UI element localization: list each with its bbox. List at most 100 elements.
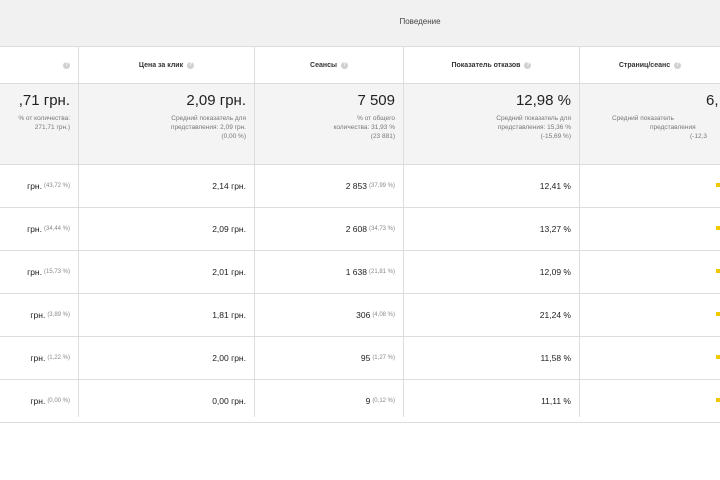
- cell-value: грн.: [30, 310, 46, 320]
- cell-value: грн.: [30, 353, 46, 363]
- cell-percent: (21,81 %): [368, 269, 395, 275]
- cell-cost-per-click: 2,01 грн.: [212, 267, 246, 277]
- table-row: грн. (34,44 %) 2,09 грн. 2 608 (34,73 %) 1…: [0, 208, 720, 251]
- table-row: грн. (3,89 %) 1,81 грн. 306 (4,08 %) 21,24…: [0, 294, 720, 337]
- cell-bounce-rate: 12,41 %: [539, 181, 571, 191]
- cell-bounce-rate: 21,24 %: [539, 310, 571, 320]
- cell-bounce-rate: 11,58 %: [540, 353, 571, 363]
- column-header-bounce-rate[interactable]: Показатель отказов ?: [404, 47, 579, 83]
- column-header-cost-per-click[interactable]: Цена за клик ?: [79, 47, 254, 83]
- summary-value: ,71 грн.: [18, 92, 70, 109]
- table-row: грн. (0,00 %) 0,00 грн. 9 (0,12 %) 11,11 %: [0, 380, 720, 423]
- cell-percent: (0,00 %): [47, 398, 70, 404]
- summary-note: Средний показатель для представления: 2,…: [171, 114, 246, 141]
- summary-note: % от количества: 271,71 грн.): [18, 114, 70, 132]
- summary-note-line: Средний показатель для: [171, 115, 246, 122]
- cell-value: грн.: [30, 396, 46, 406]
- column-header-row: ? Цена за клик ? Сеансы ? Показатель отк…: [0, 47, 720, 84]
- column-divider: [254, 47, 255, 417]
- summary-cell-clipped: ,71 грн. % от количества: 271,71 грн.): [0, 84, 78, 164]
- cell-cost-per-click: 0,00 грн.: [212, 396, 246, 406]
- summary-value: 2,09 грн.: [186, 92, 246, 109]
- cell-percent: (37,99 %): [368, 183, 395, 189]
- summary-note-line: представления: [650, 124, 696, 131]
- column-divider: [78, 47, 79, 417]
- summary-note-line: (23 881): [370, 133, 395, 140]
- cell-value: грн.: [27, 267, 42, 277]
- cell-percent: (4,08 %): [372, 312, 395, 318]
- cell-value: 2 608: [345, 224, 367, 234]
- summary-note-line: Средний показатель: [612, 115, 674, 122]
- table-row: грн. (43,72 %) 2,14 грн. 2 853 (37,99 %) 1…: [0, 165, 720, 208]
- column-header-label: Страниц/сеанс: [618, 61, 671, 69]
- clipped-indicator: [716, 398, 720, 402]
- summary-note: Средний показатель представления (-12,3: [612, 114, 707, 141]
- summary-note-line: (-12,3: [690, 133, 707, 140]
- summary-row: ,71 грн. % от количества: 271,71 грн.) 2…: [0, 84, 720, 165]
- cell-percent: (3,89 %): [47, 312, 70, 318]
- column-header-label: Показатель отказов: [451, 61, 521, 69]
- summary-note-line: % от количества:: [18, 115, 70, 122]
- cell-percent: (15,73 %): [43, 269, 70, 275]
- cell-value: грн.: [27, 181, 42, 191]
- summary-cell-bounce-rate: 12,98 % Средний показатель для представл…: [404, 84, 579, 164]
- clipped-indicator: [716, 355, 720, 359]
- cell-clipped: грн. (43,72 %): [0, 165, 70, 207]
- cell-sessions: 2 853 (37,99 %): [255, 165, 395, 207]
- clipped-indicator: [716, 226, 720, 230]
- help-icon[interactable]: ?: [674, 61, 682, 69]
- cell-value: 1 638: [345, 267, 367, 277]
- clipped-indicator: [716, 269, 720, 273]
- help-icon[interactable]: ?: [524, 61, 532, 69]
- summary-note-line: % от общего: [357, 115, 395, 122]
- help-icon[interactable]: ?: [63, 61, 70, 69]
- summary-note-line: (0,00 %): [221, 133, 246, 140]
- cell-cost-per-click: 1,81 грн.: [212, 310, 246, 320]
- cell-cost-per-click: 2,09 грн.: [212, 224, 246, 234]
- cell-percent: (1,27 %): [372, 355, 395, 361]
- column-divider: [403, 47, 404, 417]
- cell-bounce-rate: 11,11 %: [541, 396, 571, 406]
- help-icon[interactable]: ?: [187, 61, 195, 69]
- cell-percent: (43,72 %): [43, 183, 70, 189]
- cell-clipped: грн. (0,00 %): [0, 380, 70, 422]
- summary-note-line: представления: 2,09 грн.: [170, 124, 246, 131]
- column-header-clipped[interactable]: ?: [0, 47, 78, 83]
- cell-percent: (0,12 %): [372, 398, 395, 404]
- cell-percent: (34,44 %): [43, 226, 70, 232]
- summary-cell-cost-per-click: 2,09 грн. Средний показатель для предста…: [79, 84, 254, 164]
- cell-value: грн.: [27, 224, 42, 234]
- summary-note-line: Средний показатель для: [496, 115, 571, 122]
- cell-value: 306: [356, 310, 371, 320]
- cell-cost-per-click: 2,14 грн.: [212, 181, 246, 191]
- cell-sessions: 95 (1,27 %): [255, 337, 395, 379]
- column-header-sessions[interactable]: Сеансы ?: [255, 47, 403, 83]
- cell-sessions: 2 608 (34,73 %): [255, 208, 395, 250]
- cell-sessions: 306 (4,08 %): [255, 294, 395, 336]
- cell-value: 95: [360, 353, 371, 363]
- behavior-group-title: Поведение: [399, 17, 441, 26]
- cell-cost-per-click: 2,00 грн.: [212, 353, 246, 363]
- column-header-label: Цена за клик: [138, 61, 184, 69]
- column-header-pages-per-session[interactable]: Страниц/сеанс ?: [580, 47, 720, 83]
- cell-bounce-rate: 13,27 %: [539, 224, 571, 234]
- cell-value: 2 853: [345, 181, 367, 191]
- cell-sessions: 1 638 (21,81 %): [255, 251, 395, 293]
- summary-note-line: 271,71 грн.): [34, 124, 70, 131]
- cell-clipped: грн. (15,73 %): [0, 251, 70, 293]
- cell-clipped: грн. (1,22 %): [0, 337, 70, 379]
- behavior-group-header: Поведение: [0, 0, 720, 47]
- summary-note-line: представления: 15,36 %: [497, 124, 571, 131]
- help-icon[interactable]: ?: [340, 61, 348, 69]
- summary-note-line: (-15,69 %): [540, 133, 571, 140]
- summary-cell-pages-per-session: 6, Средний показатель представления (-12…: [580, 84, 720, 164]
- cell-value: 9: [365, 396, 371, 406]
- summary-note-line: количества: 31,93 %: [333, 124, 396, 131]
- clipped-indicator: [716, 183, 720, 187]
- table-row: грн. (15,73 %) 2,01 грн. 1 638 (21,81 %) 1…: [0, 251, 720, 294]
- cell-clipped: грн. (3,89 %): [0, 294, 70, 336]
- cell-sessions: 9 (0,12 %): [255, 380, 395, 422]
- summary-note: Средний показатель для представления: 15…: [496, 114, 571, 141]
- clipped-indicator: [716, 312, 720, 316]
- summary-note: % от общего количества: 31,93 % (23 881): [334, 114, 396, 141]
